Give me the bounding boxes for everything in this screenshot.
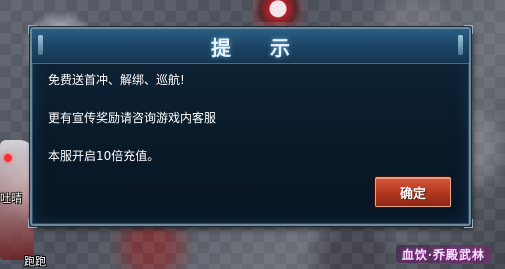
character-sprite-top	[255, 0, 301, 22]
dialog-title-bar: 提 示	[32, 29, 469, 64]
player-name-tag: 跑跑	[24, 255, 46, 268]
confirm-button[interactable]: 确定	[375, 177, 451, 207]
notice-dialog: 提 示 免费送首冲、解绑、巡航! 更有宣传奖励请咨询游戏内客服 本服开启10倍充…	[28, 25, 473, 228]
player-name-tag: 吐晴	[0, 192, 22, 205]
status-marker-icon	[4, 154, 12, 162]
dialog-corner-ornament	[464, 219, 473, 228]
notice-line: 本服开启10倍充值。	[48, 149, 160, 163]
dialog-corner-ornament	[28, 219, 37, 228]
game-brand-logo: 血饮·乔殿武林	[395, 245, 491, 263]
notice-line: 免费送首冲、解绑、巡航!	[48, 73, 185, 87]
dialog-body: 免费送首冲、解绑、巡航! 更有宣传奖励请咨询游戏内客服 本服开启10倍充值。	[48, 73, 453, 187]
dialog-title: 提 示	[211, 35, 306, 60]
notice-line: 更有宣传奖励请咨询游戏内客服	[48, 111, 217, 125]
